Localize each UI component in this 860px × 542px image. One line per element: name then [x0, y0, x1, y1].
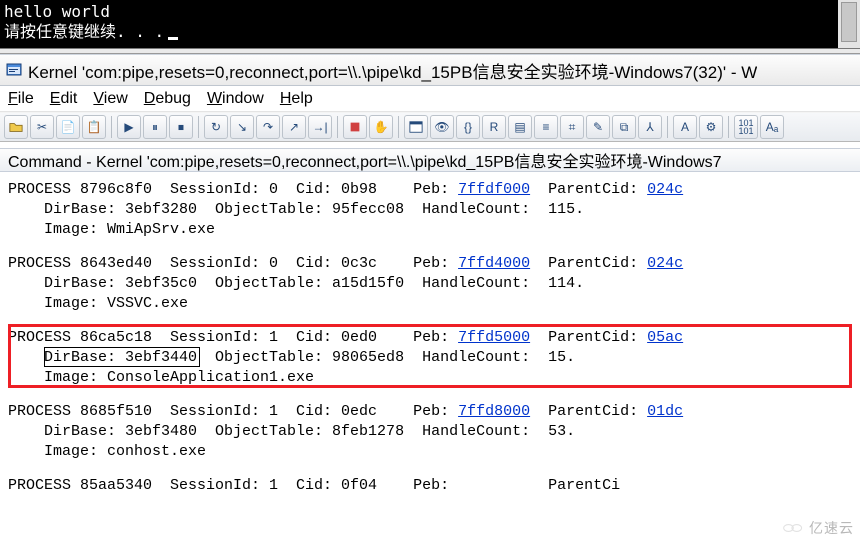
console-cursor [168, 37, 178, 40]
toolbar-restart-button[interactable]: ↻ [204, 115, 228, 139]
toolbar-copy-button[interactable]: 📄 [56, 115, 80, 139]
toolbar-options-button[interactable]: ⚙ [699, 115, 723, 139]
process-block: PROCESS 8796c8f0 SessionId: 0 Cid: 0b98 … [8, 180, 852, 240]
toolbar-paste-button[interactable]: 📋 [82, 115, 106, 139]
toolbar-memory-button[interactable]: ▤ [508, 115, 532, 139]
watermark: 亿速云 [783, 518, 854, 538]
toolbar-processes-button[interactable]: ⧉ [612, 115, 636, 139]
toolbar-asm-mode-button[interactable]: Aₐ [760, 115, 784, 139]
command-output[interactable]: PROCESS 8796c8f0 SessionId: 0 Cid: 0b98 … [0, 172, 860, 496]
parentcid-link[interactable]: 024c [647, 255, 683, 272]
parentcid-link[interactable]: 024c [647, 181, 683, 198]
toolbar-src-mode-button[interactable]: 101101 [734, 115, 758, 139]
menu-file[interactable]: File [8, 90, 34, 108]
toolbar-separator [398, 116, 399, 138]
process-block: PROCESS 86ca5c18 SessionId: 1 Cid: 0ed0 … [8, 328, 852, 388]
toolbar-breakpoints-button[interactable]: ✋ [369, 115, 393, 139]
toolbar-cmd-window-button[interactable] [404, 115, 428, 139]
console-scrollbar[interactable] [841, 2, 857, 42]
menu-view[interactable]: View [93, 90, 127, 108]
windbg-app-icon [6, 62, 22, 78]
toolbar-stop-button[interactable]: ⏹ [169, 115, 193, 139]
toolbar-separator [728, 116, 729, 138]
parentcid-link[interactable]: 05ac [647, 329, 683, 346]
command-window-header: Command - Kernel 'com:pipe,resets=0,reco… [0, 148, 860, 172]
menu-window[interactable]: Window [207, 90, 264, 108]
menu-edit[interactable]: Edit [50, 90, 78, 108]
parentcid-link[interactable]: 01dc [647, 403, 683, 420]
menu-debug[interactable]: Debug [144, 90, 191, 108]
toolbar-separator [667, 116, 668, 138]
peb-link[interactable]: 7ffd4000 [458, 255, 530, 272]
console-output: hello world 请按任意键继续. . . [0, 0, 860, 48]
toolbar-break-button[interactable]: ⏸ [143, 115, 167, 139]
toolbar-separator [337, 116, 338, 138]
toolbar-step-out-button[interactable]: ↗ [282, 115, 306, 139]
command-window-title: Command - Kernel 'com:pipe,resets=0,reco… [8, 148, 722, 172]
toolbar-registers-button[interactable]: R [482, 115, 506, 139]
titlebar: Kernel 'com:pipe,resets=0,reconnect,port… [0, 54, 860, 86]
toolbar-open-button[interactable] [4, 115, 28, 139]
peb-link[interactable]: 7ffd8000 [458, 403, 530, 420]
toolbar-run-to-button[interactable]: →| [308, 115, 332, 139]
partial-process-line: PROCESS 85aa5340 SessionId: 1 Cid: 0f04 … [8, 476, 852, 496]
toolbar-disasm-button[interactable]: ⌗ [560, 115, 584, 139]
toolbar-watch-button[interactable]: 👁 [430, 115, 454, 139]
toolbar-call-stack-button[interactable]: ≡ [534, 115, 558, 139]
console-line-1: hello world [4, 2, 834, 22]
toolbar-threads-button[interactable]: ⅄ [638, 115, 662, 139]
toolbar-step-into-button[interactable]: ↘ [230, 115, 254, 139]
toolbar-go-button[interactable]: ▶ [117, 115, 141, 139]
toolbar-step-over-button[interactable]: ↷ [256, 115, 280, 139]
process-block: PROCESS 8685f510 SessionId: 1 Cid: 0edc … [8, 402, 852, 462]
process-block: PROCESS 8643ed40 SessionId: 0 Cid: 0c3c … [8, 254, 852, 314]
toolbar-separator [198, 116, 199, 138]
toolbar-cut-button[interactable]: ✂ [30, 115, 54, 139]
toolbar-toggle-bp-button[interactable] [343, 115, 367, 139]
peb-link[interactable]: 7ffdf000 [458, 181, 530, 198]
menubar: File Edit View Debug Window Help [0, 86, 860, 112]
toolbar-font-button[interactable]: A [673, 115, 697, 139]
window-title: Kernel 'com:pipe,resets=0,reconnect,port… [28, 58, 757, 83]
toolbar-scratch-button[interactable]: ✎ [586, 115, 610, 139]
console-line-2: 请按任意键继续. . . [4, 22, 834, 42]
menu-help[interactable]: Help [280, 90, 313, 108]
toolbar: ✂📄📋 ▶⏸⏹ ↻↘↷↗→| ✋ 👁{}R▤≡⌗✎⧉⅄ A⚙ 101101Aₐ [0, 112, 860, 142]
toolbar-locals-button[interactable]: {} [456, 115, 480, 139]
peb-link[interactable]: 7ffd5000 [458, 329, 530, 346]
toolbar-separator [111, 116, 112, 138]
